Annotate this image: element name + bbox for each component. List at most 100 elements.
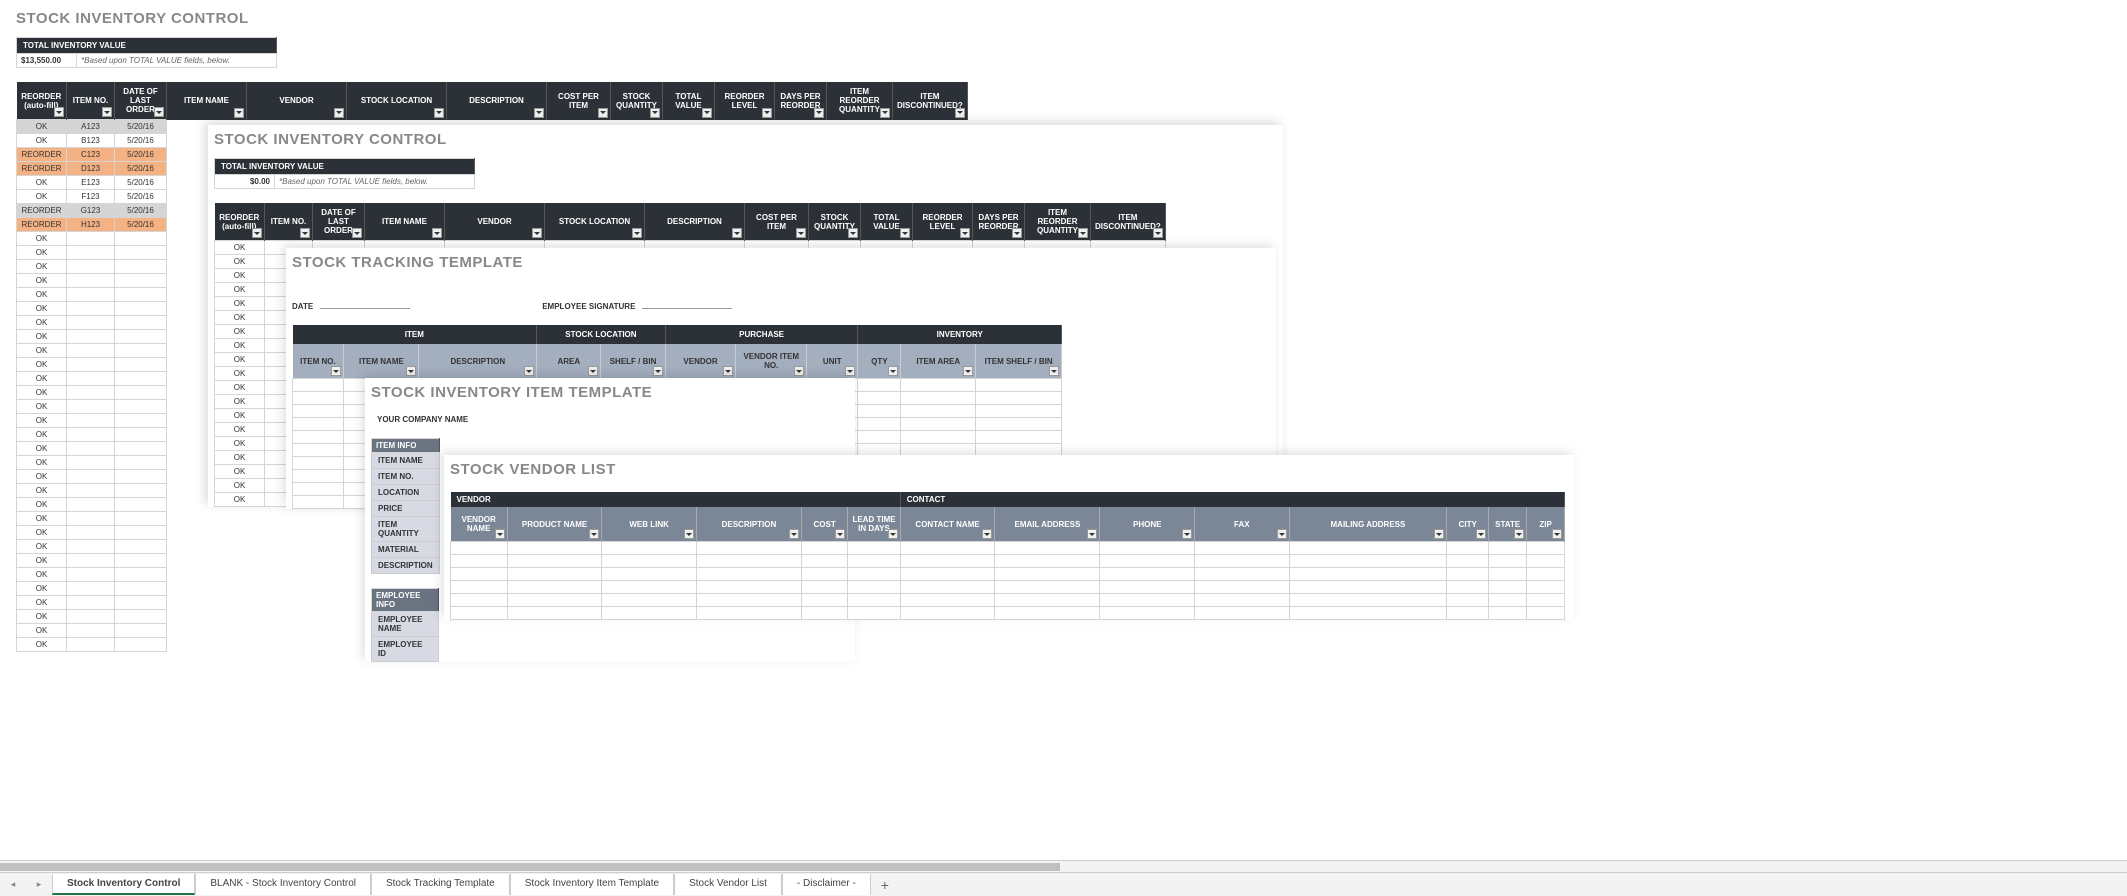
filter-dropdown-icon[interactable] [331, 366, 341, 376]
filter-dropdown-icon[interactable] [888, 529, 898, 539]
filter-dropdown-icon[interactable] [960, 228, 970, 238]
filter-dropdown-icon[interactable] [102, 107, 112, 117]
col-header[interactable]: STATE [1489, 507, 1527, 542]
col-header[interactable]: DAYS PER REORDER [973, 203, 1025, 241]
col-header[interactable]: VENDOR [445, 203, 545, 241]
filter-dropdown-icon[interactable] [524, 366, 534, 376]
col-header[interactable]: REORDER LEVEL [715, 82, 775, 120]
filter-dropdown-icon[interactable] [684, 529, 694, 539]
scrollbar-thumb[interactable] [0, 863, 1060, 871]
col-header[interactable]: EMAIL ADDRESS [995, 507, 1100, 542]
col-header[interactable]: PRODUCT NAME [507, 507, 602, 542]
filter-dropdown-icon[interactable] [598, 108, 608, 118]
col-header[interactable]: ITEM NAME [344, 344, 419, 379]
col-header[interactable]: VENDOR [665, 344, 736, 379]
table-row[interactable] [451, 594, 1565, 607]
panel3-date-field[interactable] [320, 295, 410, 309]
sheet-tab[interactable]: Stock Vendor List [674, 874, 782, 895]
filter-dropdown-icon[interactable] [495, 529, 505, 539]
col-header[interactable]: CONTACT NAME [900, 507, 995, 542]
col-header[interactable]: MAILING ADDRESS [1289, 507, 1447, 542]
col-header[interactable]: WEB LINK [602, 507, 697, 542]
tab-nav-prev[interactable]: ◂ [0, 879, 26, 890]
filter-dropdown-icon[interactable] [702, 108, 712, 118]
filter-dropdown-icon[interactable] [632, 228, 642, 238]
col-header[interactable]: TOTAL VALUE [861, 203, 913, 241]
col-header[interactable]: VENDOR NAME [451, 507, 508, 542]
col-header[interactable]: REORDER (auto-fill) [215, 203, 265, 241]
col-header[interactable]: ITEM DISCONTINUED? [1091, 203, 1166, 241]
col-header[interactable]: ITEM NAME [167, 82, 247, 120]
sheet-tab[interactable]: Stock Inventory Item Template [510, 874, 674, 895]
col-header[interactable]: ITEM NO. [67, 82, 115, 120]
col-header[interactable]: DESCRIPTION [696, 507, 801, 542]
filter-dropdown-icon[interactable] [880, 108, 890, 118]
sheet-tab[interactable]: Stock Inventory Control [52, 874, 195, 895]
filter-dropdown-icon[interactable] [406, 366, 416, 376]
filter-dropdown-icon[interactable] [334, 108, 344, 118]
col-header[interactable]: COST [802, 507, 848, 542]
col-header[interactable]: DESCRIPTION [645, 203, 745, 241]
col-header[interactable]: ITEM NO. [293, 344, 344, 379]
filter-dropdown-icon[interactable] [762, 108, 772, 118]
col-header[interactable]: REORDER (auto-fill) [17, 82, 67, 120]
table-row[interactable] [451, 555, 1565, 568]
filter-dropdown-icon[interactable] [963, 366, 973, 376]
filter-dropdown-icon[interactable] [54, 107, 64, 117]
filter-dropdown-icon[interactable] [589, 529, 599, 539]
filter-dropdown-icon[interactable] [154, 107, 164, 117]
filter-dropdown-icon[interactable] [835, 529, 845, 539]
filter-dropdown-icon[interactable] [588, 366, 598, 376]
sheet-tab[interactable]: Stock Tracking Template [371, 874, 510, 895]
filter-dropdown-icon[interactable] [1153, 228, 1163, 238]
table-row[interactable] [451, 568, 1565, 581]
filter-dropdown-icon[interactable] [300, 228, 310, 238]
filter-dropdown-icon[interactable] [814, 108, 824, 118]
filter-dropdown-icon[interactable] [432, 228, 442, 238]
filter-dropdown-icon[interactable] [653, 366, 663, 376]
col-header[interactable]: DATE OF LAST ORDER [313, 203, 365, 241]
filter-dropdown-icon[interactable] [1552, 529, 1562, 539]
filter-dropdown-icon[interactable] [1012, 228, 1022, 238]
filter-dropdown-icon[interactable] [1087, 529, 1097, 539]
filter-dropdown-icon[interactable] [1078, 228, 1088, 238]
filter-dropdown-icon[interactable] [848, 228, 858, 238]
filter-dropdown-icon[interactable] [888, 366, 898, 376]
col-header[interactable]: ITEM AREA [901, 344, 976, 379]
col-header[interactable]: ITEM NO. [265, 203, 313, 241]
col-header[interactable]: STOCK QUANTITY [611, 82, 663, 120]
col-header[interactable]: STOCK LOCATION [545, 203, 645, 241]
horizontal-scrollbar[interactable] [0, 860, 2127, 872]
col-header[interactable]: ITEM SHELF / BIN [976, 344, 1062, 379]
col-header[interactable]: REORDER LEVEL [913, 203, 973, 241]
panel3-empsig-field[interactable] [642, 295, 732, 309]
filter-dropdown-icon[interactable] [900, 228, 910, 238]
col-header[interactable]: PHONE [1100, 507, 1195, 542]
sheet-tab[interactable]: - Disclaimer - [782, 874, 871, 895]
filter-dropdown-icon[interactable] [1476, 529, 1486, 539]
col-header[interactable]: DESCRIPTION [447, 82, 547, 120]
col-header[interactable]: COST PER ITEM [547, 82, 611, 120]
col-header[interactable]: QTY [858, 344, 901, 379]
col-header[interactable]: AREA [537, 344, 601, 379]
filter-dropdown-icon[interactable] [532, 228, 542, 238]
filter-dropdown-icon[interactable] [234, 108, 244, 118]
table-row[interactable] [451, 581, 1565, 594]
add-sheet-button[interactable]: + [871, 877, 899, 893]
table-row[interactable] [451, 542, 1565, 555]
filter-dropdown-icon[interactable] [845, 366, 855, 376]
col-header[interactable]: STOCK LOCATION [347, 82, 447, 120]
sheet-tab[interactable]: BLANK - Stock Inventory Control [195, 874, 371, 895]
filter-dropdown-icon[interactable] [1514, 529, 1524, 539]
col-header[interactable]: ITEM REORDER QUANTITY [827, 82, 893, 120]
filter-dropdown-icon[interactable] [650, 108, 660, 118]
filter-dropdown-icon[interactable] [1434, 529, 1444, 539]
col-header[interactable]: SHELF / BIN [601, 344, 665, 379]
filter-dropdown-icon[interactable] [955, 108, 965, 118]
table-row[interactable] [451, 607, 1565, 620]
col-header[interactable]: COST PER ITEM [745, 203, 809, 241]
filter-dropdown-icon[interactable] [982, 529, 992, 539]
filter-dropdown-icon[interactable] [534, 108, 544, 118]
col-header[interactable]: ITEM DISCONTINUED? [893, 82, 968, 120]
col-header[interactable]: FAX [1195, 507, 1290, 542]
